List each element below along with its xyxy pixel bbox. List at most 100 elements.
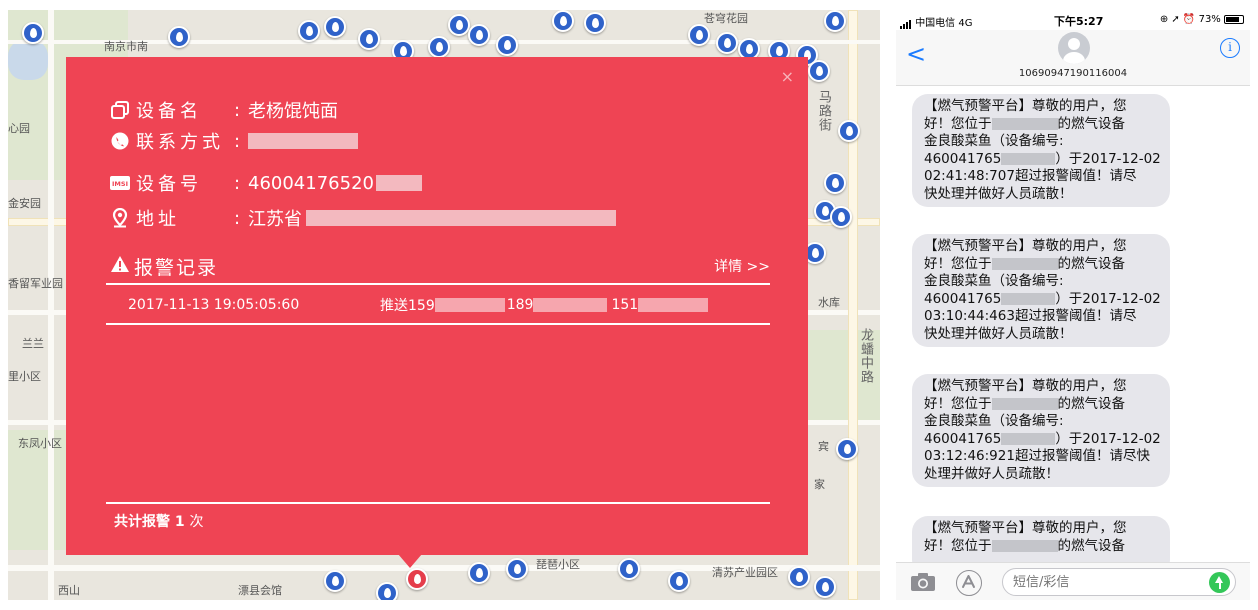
gas-device-pin-icon[interactable]: [824, 172, 846, 194]
blurred-text: [991, 539, 1058, 552]
sms-text: 好！您位于: [924, 115, 992, 132]
gas-device-pin-icon[interactable]: [376, 582, 398, 600]
gas-device-pin-icon[interactable]: [552, 10, 574, 32]
colon: :: [234, 207, 241, 229]
map-label: 清苏产业园区: [712, 566, 778, 579]
sms-text: 快处理并做好人员疏散！: [924, 185, 1073, 202]
location-icon: ⊕ ➚ ⏰: [1159, 14, 1196, 25]
gas-device-pin-icon[interactable]: [668, 570, 690, 592]
map-label: 马路街: [816, 90, 831, 132]
status-indicators: ⊕ ➚ ⏰ 73%: [1160, 14, 1244, 25]
warning-icon: [110, 255, 130, 277]
sms-text: 处理并做好人员疏散！: [924, 465, 1059, 482]
gas-device-pin-icon[interactable]: [836, 438, 858, 460]
divider: [106, 283, 770, 285]
app-store-icon[interactable]: [956, 570, 982, 596]
conversation-header: < 10690947190116004 i: [896, 30, 1250, 86]
sms-text: 金良酸菜鱼（设备编号:: [924, 133, 1064, 149]
blurred-phone-number: [248, 133, 358, 149]
gas-device-pin-icon[interactable]: [428, 36, 450, 58]
map-view[interactable]: 南京市南 苍穹花园 心园 金安园 香留军业园 兰兰 里小区 东凤小区 马路街 水…: [8, 10, 880, 600]
sms-input[interactable]: [1002, 568, 1236, 596]
map-label: 西山: [58, 584, 80, 597]
contact-avatar[interactable]: [1058, 32, 1090, 64]
device-number-value: 46004176520: [248, 172, 374, 194]
gas-device-pin-icon[interactable]: [168, 26, 190, 48]
blurred-text: [991, 257, 1058, 270]
selected-gas-device-pin-icon[interactable]: [406, 568, 428, 590]
gas-device-pin-icon[interactable]: [468, 24, 490, 46]
gas-device-pin-icon[interactable]: [830, 206, 852, 228]
alarm-detail-link[interactable]: 详情 >>: [714, 256, 770, 276]
sms-message-bubble[interactable]: 【燃气预警平台】尊敬的用户，您 好！您位于 的燃气设备 金良酸菜鱼（设备编号: 4…: [912, 94, 1170, 207]
gas-device-pin-icon[interactable]: [298, 20, 320, 42]
gas-device-pin-icon[interactable]: [358, 28, 380, 50]
map-label: 宾: [818, 440, 829, 453]
gas-device-pin-icon[interactable]: [324, 16, 346, 38]
blurred-text: [991, 117, 1058, 130]
phone-sms-screen: 中国电信 4G 下午5:27 ⊕ ➚ ⏰ 73% < 1069094719011…: [896, 10, 1250, 600]
sms-text: 460041765: [924, 290, 1002, 307]
map-road: [848, 10, 858, 600]
sms-text: 金良酸菜鱼（设备编号:: [924, 273, 1064, 289]
blurred-text: [1001, 152, 1056, 165]
map-label: 水库: [818, 296, 840, 309]
location-pin-icon: [110, 208, 130, 228]
gas-device-pin-icon[interactable]: [506, 558, 528, 580]
sms-text: 【燃气预警平台】尊敬的用户，您: [924, 238, 1127, 254]
alarm-record-header: 报警记录 详情 >>: [110, 252, 770, 280]
info-icon[interactable]: i: [1220, 38, 1240, 58]
gas-device-pin-icon[interactable]: [468, 562, 490, 584]
sms-text: 的燃气设备: [1057, 255, 1126, 272]
sms-text: 好！您位于: [924, 255, 992, 272]
gas-device-pin-icon[interactable]: [584, 12, 606, 34]
svg-text:IMSI: IMSI: [112, 180, 128, 188]
gas-device-pin-icon[interactable]: [788, 566, 810, 588]
gas-device-pin-icon[interactable]: [814, 576, 836, 598]
gas-device-pin-icon[interactable]: [688, 24, 710, 46]
battery-percent: 73%: [1198, 14, 1221, 25]
alarm-total-prefix: 共计报警: [114, 514, 170, 530]
sms-text: 好！您位于: [924, 395, 992, 412]
map-label: 东凤小区: [18, 437, 62, 450]
gas-device-pin-icon[interactable]: [716, 32, 738, 54]
gas-device-pin-icon[interactable]: [618, 558, 640, 580]
alarm-push-target: 推送159: [380, 298, 435, 314]
back-chevron-icon[interactable]: <: [906, 40, 926, 68]
imsi-icon: IMSI: [110, 174, 130, 192]
sms-text: ）于2017-12-02: [1055, 430, 1161, 447]
alarm-push-target: 151: [611, 297, 639, 313]
sms-message-bubble[interactable]: 【燃气预警平台】尊敬的用户，您 好！您位于 的燃气设备 金良酸菜鱼（设备编号: 4…: [912, 374, 1170, 487]
phone-icon: [110, 132, 130, 150]
camera-icon[interactable]: [910, 572, 936, 592]
gas-device-pin-icon[interactable]: [824, 10, 846, 32]
sms-text: 03:10:44:463超过报警阈值！请尽: [924, 308, 1137, 324]
gas-device-pin-icon[interactable]: [838, 120, 860, 142]
device-number-row: IMSI 设备号 : 46004176520: [110, 170, 422, 196]
close-icon[interactable]: ×: [781, 67, 794, 86]
alarm-total: 共计报警 1 次: [114, 511, 204, 531]
divider: [106, 502, 770, 504]
gas-device-pin-icon[interactable]: [324, 570, 346, 592]
alarm-time: 2017-11-13 19:05:05:60: [128, 297, 300, 313]
map-label: 香留军业园: [8, 277, 63, 290]
sms-text: 金良酸菜鱼（设备编号:: [924, 413, 1064, 429]
sms-message-bubble[interactable]: 【燃气预警平台】尊敬的用户，您 好！您位于 的燃气设备 金良酸菜鱼（设备编号: 4…: [912, 234, 1170, 347]
gas-device-pin-icon[interactable]: [496, 34, 518, 56]
sms-text: 的燃气设备: [1057, 115, 1126, 132]
blurred-text: [991, 397, 1058, 410]
alarm-push-target: 189: [506, 297, 534, 313]
gas-device-pin-icon[interactable]: [808, 60, 830, 82]
sms-text: 460041765: [924, 150, 1002, 167]
device-name-label: 设备名: [136, 101, 202, 122]
alarm-total-suffix: 次: [189, 514, 204, 530]
device-info-popup: × 设备名 : 老杨馄饨面 联系方式 : IMSI 设备号 : 46004176…: [66, 57, 808, 555]
map-road: [48, 10, 54, 600]
sender-number[interactable]: 10690947190116004: [896, 68, 1250, 79]
map-label: 琵琶小区: [536, 558, 580, 571]
sms-text: 【燃气预警平台】尊敬的用户，您: [924, 98, 1127, 114]
send-arrow-icon[interactable]: [1209, 572, 1230, 593]
gas-device-pin-icon[interactable]: [448, 14, 470, 36]
gas-device-pin-icon[interactable]: [22, 22, 44, 44]
sms-text: 的燃气设备: [1057, 395, 1126, 412]
